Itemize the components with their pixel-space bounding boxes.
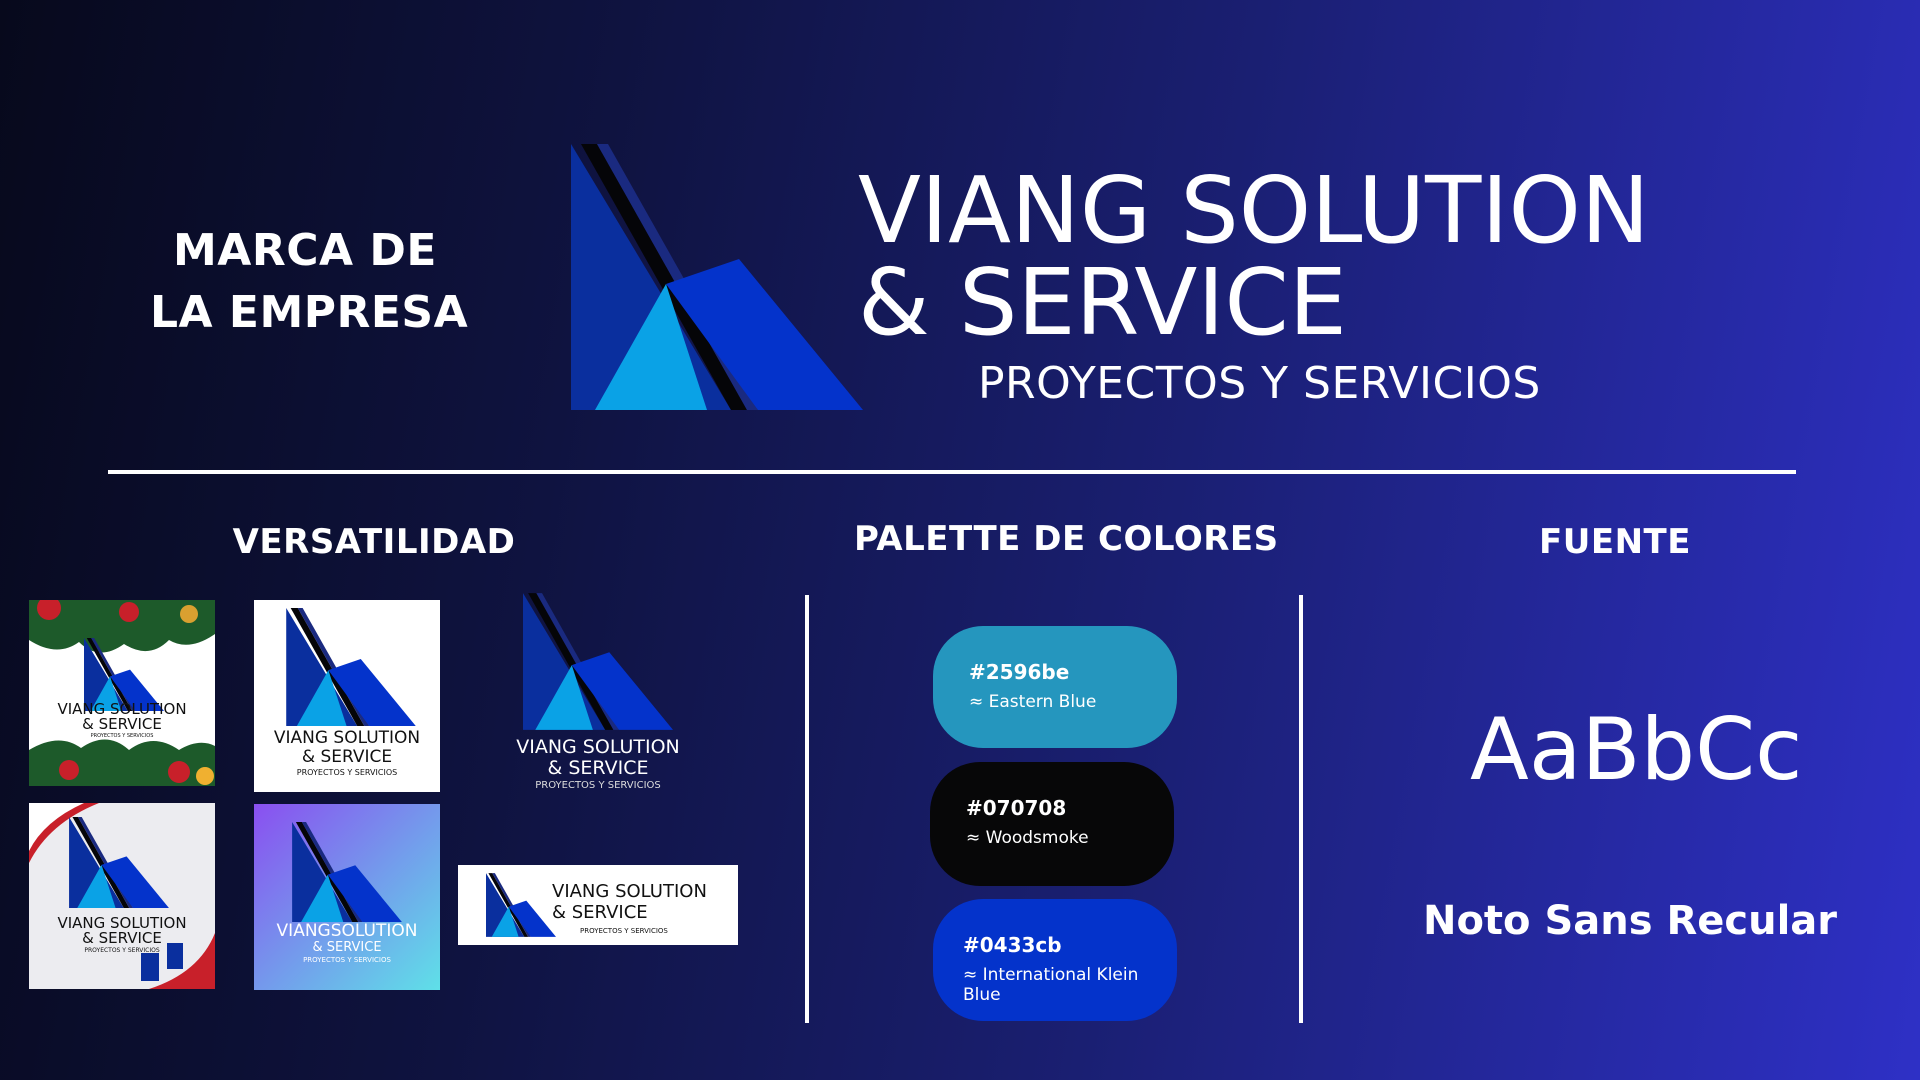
variant-tagline: PROYECTOS Y SERVICIOS [580,927,668,935]
variant-name-line2: & SERVICE [82,929,162,947]
logo-variant-christmas: VIANG SOLUTION & SERVICE PROYECTOS Y SER… [29,600,215,786]
logo-variant-gradient: VIANGSOLUTION & SERVICE PROYECTOS Y SERV… [254,804,440,990]
swatch-hex: #0433cb [963,933,1062,957]
variant-tagline: PROYECTOS Y SERVICIOS [303,956,391,964]
palette-heading: PALETTE DE COLORES [854,519,1279,559]
variant-name-line2: & SERVICE [547,757,649,779]
brand-title-line2: & SERVICE [858,249,1347,356]
variant-logo-mark [486,873,556,937]
brand-heading: MARCA DE LA EMPRESA [150,220,469,344]
swatch-eastern-blue: #2596be ≈ Eastern Blue [933,626,1177,748]
logo-variant-dark: VIANG SOLUTION & SERVICE PROYECTOS Y SER… [495,593,701,797]
variant-tagline: PROYECTOS Y SERVICIOS [90,733,154,739]
logo-variant-white: VIANG SOLUTION & SERVICE PROYECTOS Y SER… [254,600,440,792]
logo-variant-labor: VIANG SOLUTION & SERVICE PROYECTOS Y SER… [29,803,215,989]
font-name: Noto Sans Recular [1422,898,1838,944]
variant-name-line1: VIANG SOLUTION [552,881,707,902]
variant-tagline: PROYECTOS Y SERVICIOS [296,768,398,777]
variant-name-line2: & SERVICE [552,902,648,923]
section-divider-right [1299,595,1303,1023]
main-divider [108,470,1796,474]
font-sample: AaBbCc [1470,700,1803,800]
brand-title: VIANG SOLUTION & SERVICE [858,165,1650,349]
variant-logo-mark [69,817,169,908]
swatch-woodsmoke: #070708 ≈ Woodsmoke [930,762,1174,886]
variant-logo-mark [286,608,416,726]
variant-name-compact: VIANGSOLUTION [276,921,418,941]
variant-name-line2: & SERVICE [301,747,393,767]
brand-tagline: PROYECTOS Y SERVICIOS [978,358,1541,409]
variant-logo-mark [523,593,673,730]
swatch-color-name: ≈ International Klein Blue [963,965,1139,1005]
swatch-hex: #2596be [969,660,1070,684]
main-logo-mark [571,144,863,410]
brand-heading-line2: LA EMPRESA [150,287,469,338]
swatch-color-name: ≈ Eastern Blue [969,692,1097,712]
swatch-hex: #070708 [966,796,1067,820]
variant-name-line2: & SERVICE [82,715,162,733]
variant-name-line1: VIANG SOLUTION [516,736,680,758]
variant-logo-mark [292,822,402,922]
brand-title-line1: VIANG SOLUTION [858,157,1650,264]
font-heading: FUENTE [1539,522,1691,562]
logo-variant-horizontal: VIANG SOLUTION & SERVICE PROYECTOS Y SER… [458,865,738,945]
variant-tagline: PROYECTOS Y SERVICIOS [84,947,160,954]
variant-name-line2: & SERVICE [312,940,382,955]
variant-name-line1: VIANG SOLUTION [273,728,421,748]
swatch-international-klein-blue: #0433cb ≈ International Klein Blue [933,899,1177,1021]
brand-heading-line1: MARCA DE [173,225,437,276]
variant-tagline: PROYECTOS Y SERVICIOS [535,780,661,791]
swatch-color-name: ≈ Woodsmoke [966,828,1089,848]
versatility-heading: VERSATILIDAD [232,522,516,562]
section-divider-left [805,595,809,1023]
